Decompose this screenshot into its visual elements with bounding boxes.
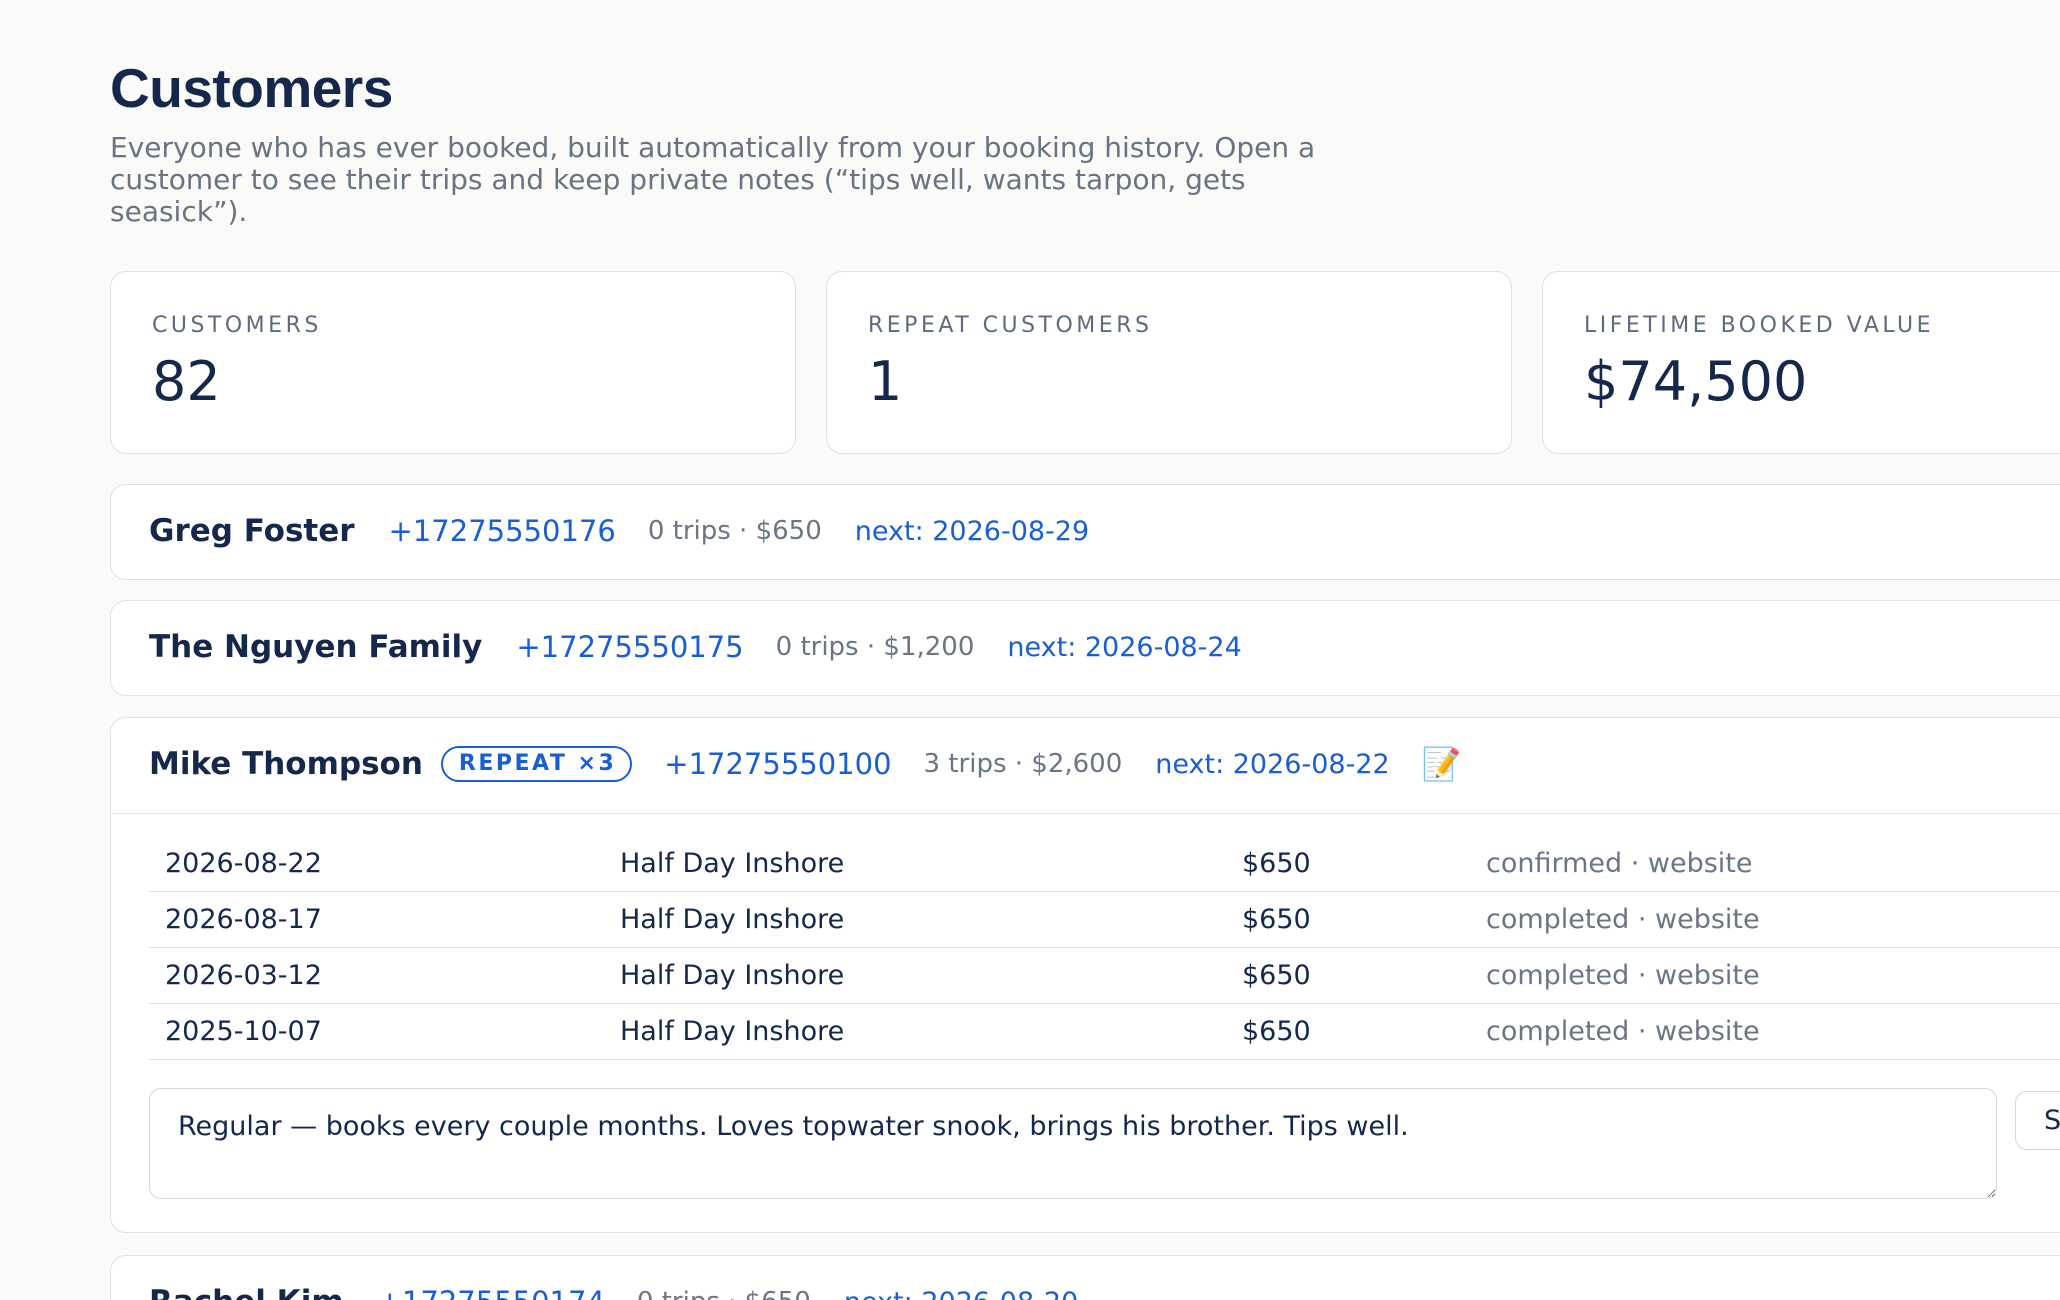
stat-card-customers: CUSTOMERS 82 <box>110 271 796 454</box>
customer-trip-stats: 0 trips · $1,200 <box>775 632 975 662</box>
table-row: 2025-10-07 Half Day Inshore $650 complet… <box>149 1003 2060 1060</box>
customer-phone-link[interactable]: +17275550176 <box>389 514 616 548</box>
trip-price: $650 <box>1226 947 1470 1004</box>
customer-phone-link[interactable]: +17275550175 <box>516 630 743 664</box>
customers-page: Customers Everyone who has ever booked, … <box>0 0 2060 1300</box>
customer-row[interactable]: Rachel Kim +17275550174 0 trips · $650 n… <box>110 1255 2060 1300</box>
customer-next-trip: next: 2026-08-29 <box>854 515 1090 547</box>
stat-value: 82 <box>152 350 221 413</box>
trip-price: $650 <box>1226 1003 1470 1060</box>
stat-card-repeat-customers: REPEAT CUSTOMERS 1 <box>826 271 1512 454</box>
stat-value: $74,500 <box>1584 350 1808 413</box>
customer-header[interactable]: Greg Foster +17275550176 0 trips · $650 … <box>149 485 2060 577</box>
save-notes-button[interactable]: Sa <box>2015 1091 2060 1150</box>
stat-label: LIFETIME BOOKED VALUE <box>1584 313 1935 338</box>
customer-header[interactable]: Mike Thompson REPEAT ×3 +17275550100 3 t… <box>149 718 2060 810</box>
trip-date: 2026-03-12 <box>149 947 604 1004</box>
customer-trip-stats: 0 trips · $650 <box>647 516 822 546</box>
trip-status: completed · website <box>1470 1003 2060 1060</box>
trip-name: Half Day Inshore <box>604 1003 1226 1060</box>
trip-name: Half Day Inshore <box>604 836 1226 892</box>
customer-trip-stats: 3 trips · $2,600 <box>923 749 1123 779</box>
customer-next-trip: next: 2026-08-20 <box>844 1287 1078 1300</box>
customer-header[interactable]: The Nguyen Family +17275550175 0 trips ·… <box>149 601 2060 693</box>
table-row: 2026-03-12 Half Day Inshore $650 complet… <box>149 947 2060 1004</box>
divider <box>111 813 2060 814</box>
customer-name: The Nguyen Family <box>149 629 483 665</box>
trip-price: $650 <box>1226 836 1470 892</box>
trip-date: 2025-10-07 <box>149 1003 604 1060</box>
customer-row[interactable]: Greg Foster +17275550176 0 trips · $650 … <box>110 484 2060 580</box>
trip-status: confirmed · website <box>1470 836 2060 892</box>
trip-date: 2026-08-17 <box>149 891 604 948</box>
customer-phone-link[interactable]: +17275550174 <box>378 1285 605 1300</box>
trip-status: completed · website <box>1470 947 2060 1004</box>
trip-price: $650 <box>1226 891 1470 948</box>
trip-name: Half Day Inshore <box>604 891 1226 948</box>
stat-value: 1 <box>868 350 903 413</box>
page-subtitle: Everyone who has ever booked, built auto… <box>110 131 1316 228</box>
customer-name: Mike Thompson <box>149 746 423 782</box>
customer-row[interactable]: The Nguyen Family +17275550175 0 trips ·… <box>110 600 2060 696</box>
stat-card-lifetime-value: LIFETIME BOOKED VALUE $74,500 <box>1542 271 2060 454</box>
memo-icon: 📝 <box>1421 745 1462 783</box>
customer-next-trip: next: 2026-08-22 <box>1155 748 1390 780</box>
customer-header[interactable]: Rachel Kim +17275550174 0 trips · $650 n… <box>149 1256 2060 1300</box>
repeat-badge: REPEAT ×3 <box>440 746 633 782</box>
trip-date: 2026-08-22 <box>149 836 604 892</box>
stat-label: CUSTOMERS <box>152 313 322 338</box>
customer-name: Greg Foster <box>149 513 355 549</box>
trips-table: 2026-08-22 Half Day Inshore $650 confirm… <box>149 836 2060 1060</box>
page-title: Customers <box>110 57 393 119</box>
stat-label: REPEAT CUSTOMERS <box>868 313 1153 338</box>
table-row: 2026-08-22 Half Day Inshore $650 confirm… <box>149 836 2060 892</box>
customer-name: Rachel Kim <box>149 1284 344 1300</box>
trip-name: Half Day Inshore <box>604 947 1226 1004</box>
customer-notes-input[interactable]: Regular — books every couple months. Lov… <box>149 1088 1997 1199</box>
customer-next-trip: next: 2026-08-24 <box>1007 631 1242 663</box>
customer-trip-stats: 0 trips · $650 <box>637 1287 811 1300</box>
trip-status: completed · website <box>1470 891 2060 948</box>
customer-phone-link[interactable]: +17275550100 <box>664 747 891 781</box>
table-row: 2026-08-17 Half Day Inshore $650 complet… <box>149 891 2060 948</box>
customer-row-expanded: Mike Thompson REPEAT ×3 +17275550100 3 t… <box>110 717 2060 1233</box>
